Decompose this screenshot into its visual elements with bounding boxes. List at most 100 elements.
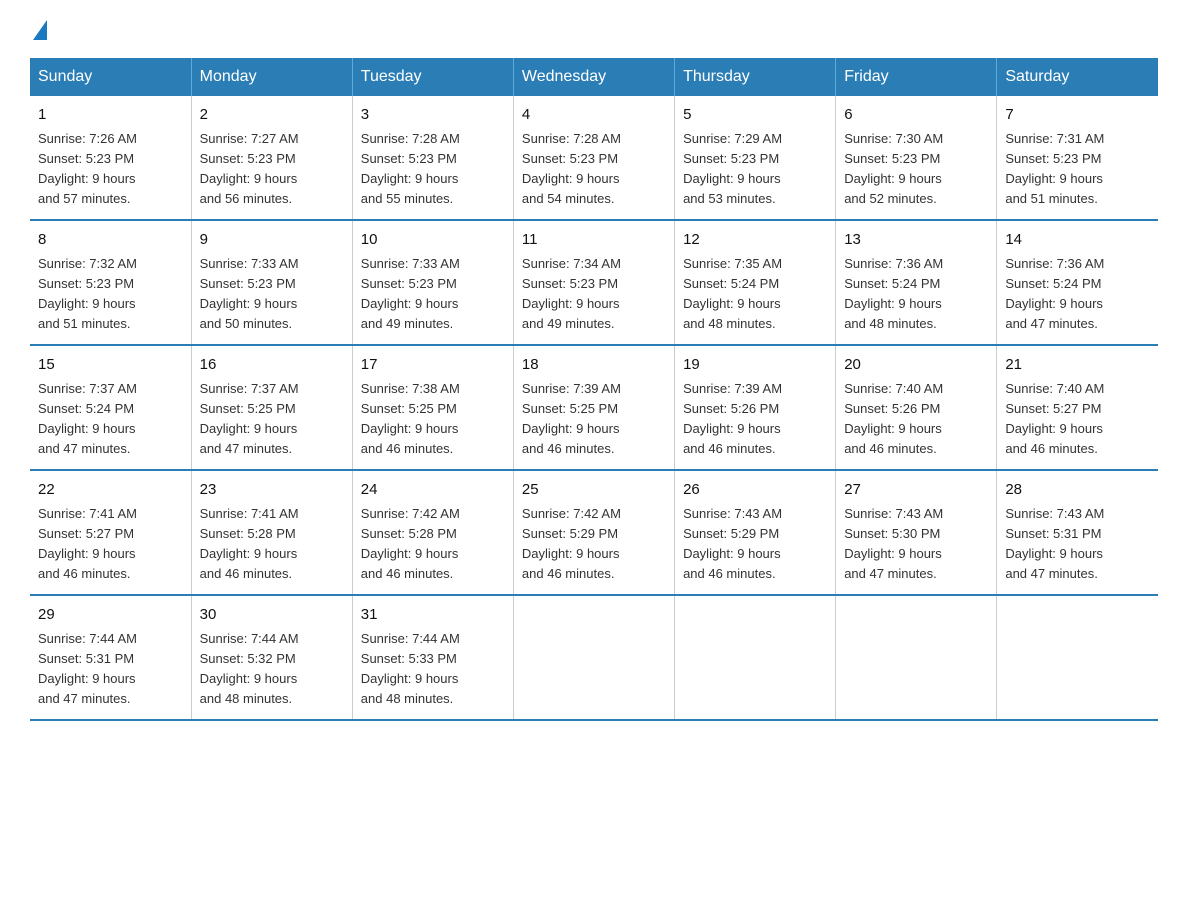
day-cell: 19 Sunrise: 7:39 AM Sunset: 5:26 PM Dayl… bbox=[675, 345, 836, 470]
day-info: Sunrise: 7:42 AM Sunset: 5:28 PM Dayligh… bbox=[361, 504, 505, 585]
day-info: Sunrise: 7:39 AM Sunset: 5:25 PM Dayligh… bbox=[522, 379, 666, 460]
day-info: Sunrise: 7:27 AM Sunset: 5:23 PM Dayligh… bbox=[200, 129, 344, 210]
calendar-body: 1 Sunrise: 7:26 AM Sunset: 5:23 PM Dayli… bbox=[30, 96, 1158, 720]
day-cell: 4 Sunrise: 7:28 AM Sunset: 5:23 PM Dayli… bbox=[513, 96, 674, 220]
day-cell: 15 Sunrise: 7:37 AM Sunset: 5:24 PM Dayl… bbox=[30, 345, 191, 470]
day-number: 8 bbox=[38, 229, 183, 252]
day-info: Sunrise: 7:36 AM Sunset: 5:24 PM Dayligh… bbox=[1005, 254, 1150, 335]
day-cell: 27 Sunrise: 7:43 AM Sunset: 5:30 PM Dayl… bbox=[836, 470, 997, 595]
day-info: Sunrise: 7:39 AM Sunset: 5:26 PM Dayligh… bbox=[683, 379, 827, 460]
header-row: SundayMondayTuesdayWednesdayThursdayFrid… bbox=[30, 58, 1158, 96]
day-cell: 6 Sunrise: 7:30 AM Sunset: 5:23 PM Dayli… bbox=[836, 96, 997, 220]
header-saturday: Saturday bbox=[997, 58, 1158, 96]
day-cell: 11 Sunrise: 7:34 AM Sunset: 5:23 PM Dayl… bbox=[513, 220, 674, 345]
day-info: Sunrise: 7:43 AM Sunset: 5:29 PM Dayligh… bbox=[683, 504, 827, 585]
day-cell: 23 Sunrise: 7:41 AM Sunset: 5:28 PM Dayl… bbox=[191, 470, 352, 595]
day-info: Sunrise: 7:33 AM Sunset: 5:23 PM Dayligh… bbox=[200, 254, 344, 335]
day-info: Sunrise: 7:44 AM Sunset: 5:33 PM Dayligh… bbox=[361, 629, 505, 710]
day-info: Sunrise: 7:41 AM Sunset: 5:27 PM Dayligh… bbox=[38, 504, 183, 585]
day-cell: 1 Sunrise: 7:26 AM Sunset: 5:23 PM Dayli… bbox=[30, 96, 191, 220]
logo bbox=[30, 20, 47, 38]
day-cell: 28 Sunrise: 7:43 AM Sunset: 5:31 PM Dayl… bbox=[997, 470, 1158, 595]
day-number: 28 bbox=[1005, 479, 1150, 502]
week-row-1: 1 Sunrise: 7:26 AM Sunset: 5:23 PM Dayli… bbox=[30, 96, 1158, 220]
day-number: 20 bbox=[844, 354, 988, 377]
day-cell bbox=[836, 595, 997, 720]
day-number: 31 bbox=[361, 604, 505, 627]
day-number: 12 bbox=[683, 229, 827, 252]
day-number: 18 bbox=[522, 354, 666, 377]
day-info: Sunrise: 7:34 AM Sunset: 5:23 PM Dayligh… bbox=[522, 254, 666, 335]
day-cell: 18 Sunrise: 7:39 AM Sunset: 5:25 PM Dayl… bbox=[513, 345, 674, 470]
week-row-5: 29 Sunrise: 7:44 AM Sunset: 5:31 PM Dayl… bbox=[30, 595, 1158, 720]
week-row-2: 8 Sunrise: 7:32 AM Sunset: 5:23 PM Dayli… bbox=[30, 220, 1158, 345]
page-header bbox=[30, 20, 1158, 38]
day-cell bbox=[675, 595, 836, 720]
day-cell: 14 Sunrise: 7:36 AM Sunset: 5:24 PM Dayl… bbox=[997, 220, 1158, 345]
day-info: Sunrise: 7:37 AM Sunset: 5:25 PM Dayligh… bbox=[200, 379, 344, 460]
day-cell: 9 Sunrise: 7:33 AM Sunset: 5:23 PM Dayli… bbox=[191, 220, 352, 345]
week-row-4: 22 Sunrise: 7:41 AM Sunset: 5:27 PM Dayl… bbox=[30, 470, 1158, 595]
day-number: 11 bbox=[522, 229, 666, 252]
day-number: 13 bbox=[844, 229, 988, 252]
day-cell: 7 Sunrise: 7:31 AM Sunset: 5:23 PM Dayli… bbox=[997, 96, 1158, 220]
day-number: 21 bbox=[1005, 354, 1150, 377]
header-thursday: Thursday bbox=[675, 58, 836, 96]
day-info: Sunrise: 7:41 AM Sunset: 5:28 PM Dayligh… bbox=[200, 504, 344, 585]
day-cell: 8 Sunrise: 7:32 AM Sunset: 5:23 PM Dayli… bbox=[30, 220, 191, 345]
day-info: Sunrise: 7:44 AM Sunset: 5:31 PM Dayligh… bbox=[38, 629, 183, 710]
day-number: 30 bbox=[200, 604, 344, 627]
day-cell: 5 Sunrise: 7:29 AM Sunset: 5:23 PM Dayli… bbox=[675, 96, 836, 220]
header-tuesday: Tuesday bbox=[352, 58, 513, 96]
day-info: Sunrise: 7:40 AM Sunset: 5:26 PM Dayligh… bbox=[844, 379, 988, 460]
day-number: 5 bbox=[683, 104, 827, 127]
day-number: 10 bbox=[361, 229, 505, 252]
day-cell: 29 Sunrise: 7:44 AM Sunset: 5:31 PM Dayl… bbox=[30, 595, 191, 720]
day-cell: 31 Sunrise: 7:44 AM Sunset: 5:33 PM Dayl… bbox=[352, 595, 513, 720]
day-info: Sunrise: 7:43 AM Sunset: 5:30 PM Dayligh… bbox=[844, 504, 988, 585]
day-number: 9 bbox=[200, 229, 344, 252]
day-cell: 25 Sunrise: 7:42 AM Sunset: 5:29 PM Dayl… bbox=[513, 470, 674, 595]
day-info: Sunrise: 7:38 AM Sunset: 5:25 PM Dayligh… bbox=[361, 379, 505, 460]
day-info: Sunrise: 7:32 AM Sunset: 5:23 PM Dayligh… bbox=[38, 254, 183, 335]
day-info: Sunrise: 7:44 AM Sunset: 5:32 PM Dayligh… bbox=[200, 629, 344, 710]
day-number: 23 bbox=[200, 479, 344, 502]
day-number: 29 bbox=[38, 604, 183, 627]
day-number: 16 bbox=[200, 354, 344, 377]
logo-triangle-icon bbox=[33, 20, 47, 40]
day-info: Sunrise: 7:28 AM Sunset: 5:23 PM Dayligh… bbox=[522, 129, 666, 210]
day-cell: 26 Sunrise: 7:43 AM Sunset: 5:29 PM Dayl… bbox=[675, 470, 836, 595]
day-cell: 20 Sunrise: 7:40 AM Sunset: 5:26 PM Dayl… bbox=[836, 345, 997, 470]
day-cell: 3 Sunrise: 7:28 AM Sunset: 5:23 PM Dayli… bbox=[352, 96, 513, 220]
day-cell: 2 Sunrise: 7:27 AM Sunset: 5:23 PM Dayli… bbox=[191, 96, 352, 220]
day-cell: 13 Sunrise: 7:36 AM Sunset: 5:24 PM Dayl… bbox=[836, 220, 997, 345]
header-friday: Friday bbox=[836, 58, 997, 96]
day-info: Sunrise: 7:31 AM Sunset: 5:23 PM Dayligh… bbox=[1005, 129, 1150, 210]
day-info: Sunrise: 7:40 AM Sunset: 5:27 PM Dayligh… bbox=[1005, 379, 1150, 460]
day-number: 14 bbox=[1005, 229, 1150, 252]
day-number: 3 bbox=[361, 104, 505, 127]
day-info: Sunrise: 7:30 AM Sunset: 5:23 PM Dayligh… bbox=[844, 129, 988, 210]
day-cell: 16 Sunrise: 7:37 AM Sunset: 5:25 PM Dayl… bbox=[191, 345, 352, 470]
day-info: Sunrise: 7:43 AM Sunset: 5:31 PM Dayligh… bbox=[1005, 504, 1150, 585]
day-number: 19 bbox=[683, 354, 827, 377]
day-cell: 30 Sunrise: 7:44 AM Sunset: 5:32 PM Dayl… bbox=[191, 595, 352, 720]
day-number: 22 bbox=[38, 479, 183, 502]
day-cell: 17 Sunrise: 7:38 AM Sunset: 5:25 PM Dayl… bbox=[352, 345, 513, 470]
day-number: 26 bbox=[683, 479, 827, 502]
day-info: Sunrise: 7:35 AM Sunset: 5:24 PM Dayligh… bbox=[683, 254, 827, 335]
day-info: Sunrise: 7:29 AM Sunset: 5:23 PM Dayligh… bbox=[683, 129, 827, 210]
day-cell: 22 Sunrise: 7:41 AM Sunset: 5:27 PM Dayl… bbox=[30, 470, 191, 595]
day-number: 27 bbox=[844, 479, 988, 502]
day-number: 1 bbox=[38, 104, 183, 127]
calendar-table: SundayMondayTuesdayWednesdayThursdayFrid… bbox=[30, 58, 1158, 721]
day-cell: 10 Sunrise: 7:33 AM Sunset: 5:23 PM Dayl… bbox=[352, 220, 513, 345]
week-row-3: 15 Sunrise: 7:37 AM Sunset: 5:24 PM Dayl… bbox=[30, 345, 1158, 470]
day-info: Sunrise: 7:28 AM Sunset: 5:23 PM Dayligh… bbox=[361, 129, 505, 210]
header-sunday: Sunday bbox=[30, 58, 191, 96]
header-wednesday: Wednesday bbox=[513, 58, 674, 96]
day-number: 24 bbox=[361, 479, 505, 502]
day-number: 4 bbox=[522, 104, 666, 127]
day-number: 15 bbox=[38, 354, 183, 377]
day-cell bbox=[513, 595, 674, 720]
